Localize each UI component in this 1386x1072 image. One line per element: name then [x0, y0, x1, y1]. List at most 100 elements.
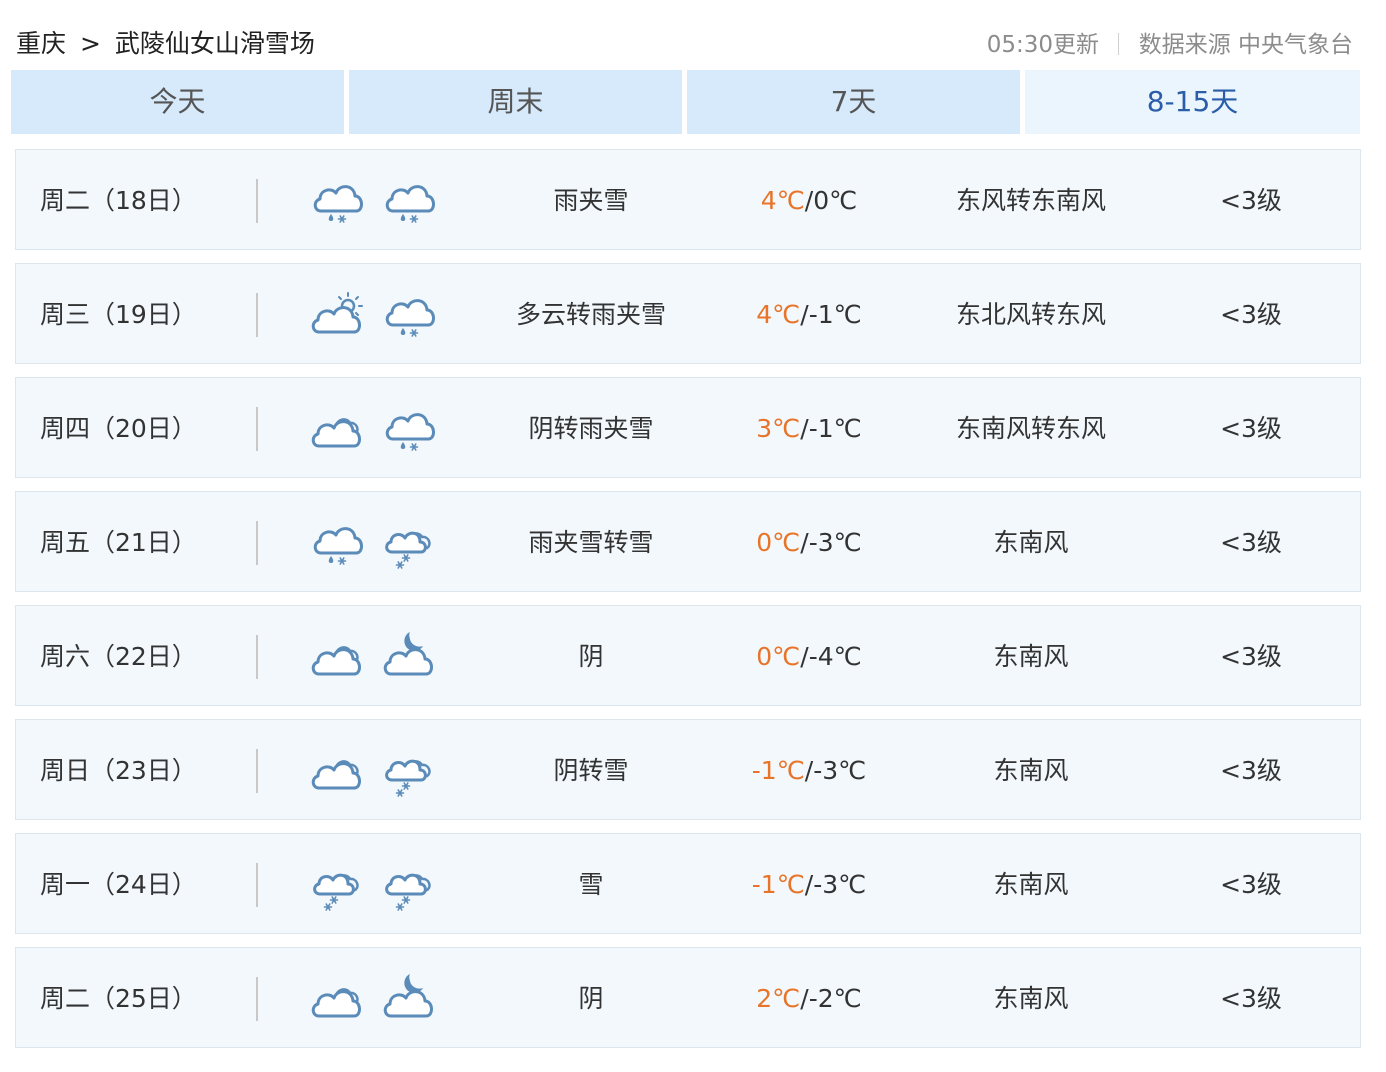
temp-low: /-2℃ [800, 984, 862, 1013]
temp-high: 4℃ [760, 186, 805, 215]
forecast-wind: 东南风 [993, 870, 1069, 899]
tab-7-days[interactable]: 7天 [687, 70, 1020, 134]
sleet-icon [308, 512, 366, 570]
wind-level: <3级 [1220, 414, 1282, 443]
forecast-temperature: 0℃/-4℃ [716, 606, 902, 707]
forecast-condition: 多云转雨夹雪 [515, 300, 666, 329]
temp-low: /-4℃ [800, 642, 862, 671]
breadcrumb-city[interactable]: 重庆 [16, 29, 66, 58]
forecast-wind: 东南风转东风 [955, 414, 1106, 443]
tab-8-15-days[interactable]: 8-15天 [1025, 70, 1360, 134]
forecast-row: 周六（22日） 阴 0℃/-4℃ 东南风 <3级 [15, 605, 1361, 706]
temp-high: 2℃ [756, 984, 801, 1013]
snow-icon [308, 854, 366, 912]
breadcrumb: 重庆 > 武陵仙女山滑雪场 [16, 26, 315, 62]
forecast-temperature: 4℃/-1℃ [716, 264, 902, 365]
wind-level: <3级 [1220, 528, 1282, 557]
wind-level: <3级 [1220, 642, 1282, 671]
wind-level: <3级 [1220, 186, 1282, 215]
forecast-row: 周二（25日） 阴 2℃/-2℃ 东南风 <3级 [15, 947, 1361, 1048]
tab-today[interactable]: 今天 [11, 70, 344, 134]
temp-high: -1℃ [751, 870, 805, 899]
snow-icon [380, 854, 438, 912]
wind-level: <3级 [1220, 984, 1282, 1013]
temp-high: -1℃ [751, 756, 805, 785]
temp-low: /-3℃ [804, 870, 867, 899]
forecast-wind: 东北风转东风 [955, 300, 1106, 329]
forecast-condition: 阴 [578, 642, 604, 671]
forecast-condition: 阴转雨夹雪 [528, 414, 654, 443]
cloudy-night-icon [380, 626, 438, 684]
forecast-row: 周日（23日） 阴转雪 -1℃/-3℃ 东南风 <3级 [15, 719, 1361, 820]
update-meta: 05:30更新 数据来源 中央气象台 [987, 28, 1353, 62]
forecast-day: 周一（24日） [40, 870, 197, 899]
temp-low: /-1℃ [800, 300, 862, 329]
update-time: 05:30更新 [986, 32, 1100, 58]
wind-level: <3级 [1220, 300, 1282, 329]
overcast-icon [308, 968, 366, 1026]
temp-low: /-3℃ [800, 528, 862, 557]
forecast-wind: 东南风 [993, 756, 1069, 785]
row-divider [256, 179, 258, 223]
forecast-condition: 雪 [578, 870, 604, 899]
forecast-row: 周五（21日） 雨夹雪转雪 0℃/-3℃ 东南风 <3级 [15, 491, 1361, 592]
temp-high: 4℃ [756, 300, 801, 329]
page-header: 重庆 > 武陵仙女山滑雪场 05:30更新 数据来源 中央气象台 [0, 0, 1386, 70]
breadcrumb-separator: > [79, 29, 101, 58]
temp-high: 3℃ [756, 414, 801, 443]
partly-cloudy-icon [308, 284, 366, 342]
forecast-wind: 东南风 [993, 528, 1069, 557]
forecast-row: 周一（24日） 雪 -1℃/-3℃ 东南风 <3级 [15, 833, 1361, 934]
wind-level: <3级 [1220, 870, 1282, 899]
forecast-condition: 阴转雪 [553, 756, 629, 785]
overcast-icon [308, 626, 366, 684]
row-divider [256, 407, 258, 451]
forecast-tabs: 今天 周末 7天 8-15天 [11, 70, 1360, 134]
row-divider [256, 977, 258, 1021]
overcast-icon [308, 740, 366, 798]
meta-divider [1118, 33, 1120, 55]
row-divider [256, 521, 258, 565]
row-divider [256, 635, 258, 679]
forecast-condition: 雨夹雪 [553, 186, 629, 215]
temp-high: 0℃ [756, 528, 801, 557]
temp-low: /-1℃ [800, 414, 862, 443]
tab-weekend[interactable]: 周末 [349, 70, 682, 134]
cloudy-night-icon [380, 968, 438, 1026]
sleet-icon [380, 170, 438, 228]
forecast-temperature: -1℃/-3℃ [716, 834, 902, 935]
sleet-icon [380, 284, 438, 342]
forecast-wind: 东南风 [993, 642, 1069, 671]
forecast-row: 周二（18日） 雨夹雪 4℃/0℃ 东风转东南风 <3级 [15, 149, 1361, 250]
row-divider [256, 749, 258, 793]
sleet-icon [308, 170, 366, 228]
temp-low: /-3℃ [804, 756, 867, 785]
sleet-icon [380, 398, 438, 456]
forecast-day: 周四（20日） [40, 414, 197, 443]
forecast-row: 周三（19日） 多云转雨夹雪 4℃/-1℃ 东北风转东风 <3级 [15, 263, 1361, 364]
row-divider [256, 293, 258, 337]
forecast-day: 周六（22日） [40, 642, 197, 671]
forecast-temperature: 0℃/-3℃ [716, 492, 902, 593]
forecast-condition: 阴 [578, 984, 604, 1013]
wind-level: <3级 [1220, 756, 1282, 785]
forecast-row: 周四（20日） 阴转雨夹雪 3℃/-1℃ 东南风转东风 <3级 [15, 377, 1361, 478]
row-divider [256, 863, 258, 907]
data-source: 数据来源 中央气象台 [1138, 32, 1353, 58]
forecast-wind: 东风转东南风 [955, 186, 1106, 215]
forecast-day: 周二（25日） [40, 984, 197, 1013]
forecast-temperature: 4℃/0℃ [716, 150, 902, 251]
temp-high: 0℃ [756, 642, 801, 671]
forecast-day: 周二（18日） [40, 186, 197, 215]
overcast-icon [308, 398, 366, 456]
forecast-temperature: -1℃/-3℃ [716, 720, 902, 821]
forecast-temperature: 2℃/-2℃ [716, 948, 902, 1049]
snow-icon [380, 740, 438, 798]
snow-icon [380, 512, 438, 570]
forecast-wind: 东南风 [993, 984, 1069, 1013]
forecast-temperature: 3℃/-1℃ [716, 378, 902, 479]
forecast-condition: 雨夹雪转雪 [528, 528, 654, 557]
breadcrumb-place: 武陵仙女山滑雪场 [114, 29, 315, 58]
forecast-day: 周三（19日） [40, 300, 197, 329]
forecast-day: 周五（21日） [40, 528, 197, 557]
